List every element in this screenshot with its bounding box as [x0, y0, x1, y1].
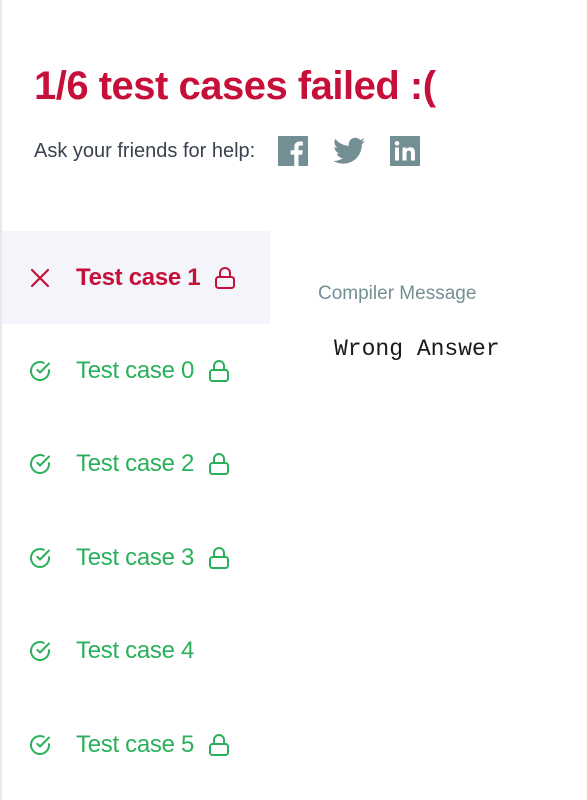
test-case-item[interactable]: Test case 1 — [2, 231, 270, 325]
facebook-icon — [278, 136, 309, 166]
test-case-label-group: Test case 3 — [76, 544, 230, 572]
test-case-item[interactable]: Test case 4 — [2, 605, 270, 698]
test-case-label: Test case 2 — [76, 450, 195, 478]
linkedin-share-button[interactable] — [389, 135, 421, 167]
test-case-item[interactable]: Test case 3 — [2, 511, 270, 604]
check-circle-icon — [28, 733, 52, 757]
lock-icon — [208, 546, 230, 570]
lock-icon — [208, 733, 230, 757]
compiler-message-output: Wrong Answer — [334, 336, 500, 362]
check-circle-icon — [28, 359, 52, 383]
compiler-message-title: Compiler Message — [318, 283, 477, 304]
lock-icon — [208, 359, 230, 383]
test-case-list: Test case 1 Test case 0 Test case 2 Test ca… — [2, 231, 270, 791]
test-case-item[interactable]: Test case 2 — [2, 418, 270, 511]
lock-icon — [208, 452, 230, 476]
test-case-label-group: Test case 0 — [76, 357, 230, 385]
share-row: Ask your friends for help: — [34, 134, 445, 168]
twitter-icon — [333, 137, 366, 164]
test-case-label-group: Test case 2 — [76, 450, 230, 478]
test-case-label: Test case 0 — [76, 357, 195, 385]
test-case-label: Test case 5 — [76, 730, 195, 758]
linkedin-icon — [390, 136, 421, 166]
check-circle-icon — [28, 639, 52, 663]
share-prompt: Ask your friends for help: — [34, 139, 256, 162]
result-headline: 1/6 test cases failed :( — [34, 64, 436, 108]
close-icon — [28, 266, 52, 290]
test-case-label: Test case 3 — [76, 543, 195, 571]
test-case-item[interactable]: Test case 5 — [2, 698, 270, 791]
test-case-label-group: Test case 5 — [76, 731, 230, 759]
lock-icon — [214, 266, 236, 290]
test-case-label: Test case 1 — [76, 263, 201, 291]
check-circle-icon — [28, 452, 52, 476]
check-circle-icon — [28, 546, 52, 570]
test-case-label: Test case 4 — [76, 637, 195, 665]
facebook-share-button[interactable] — [277, 135, 309, 167]
test-case-item[interactable]: Test case 0 — [2, 324, 270, 417]
twitter-share-button[interactable] — [333, 135, 366, 167]
test-case-label-group: Test case 4 — [76, 637, 194, 665]
test-case-label-group: Test case 1 — [76, 264, 236, 292]
